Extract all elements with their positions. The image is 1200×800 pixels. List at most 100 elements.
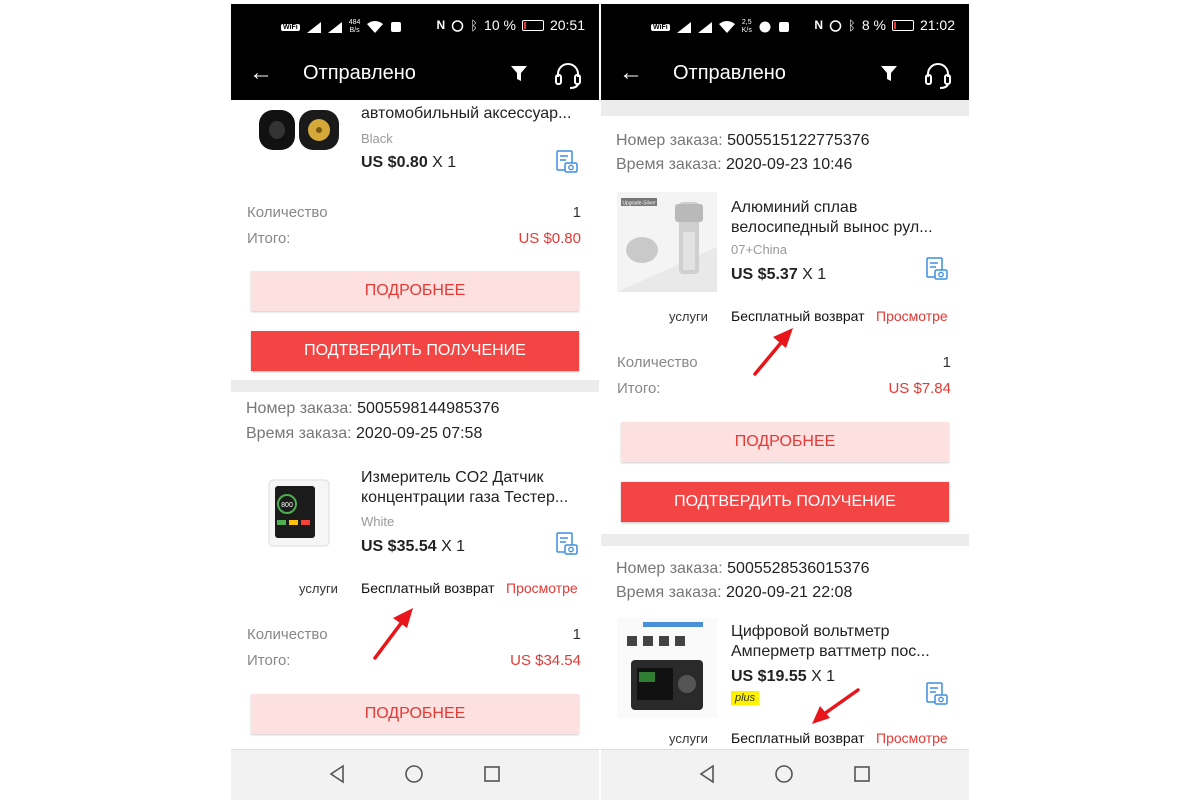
photo-review-icon[interactable] (555, 150, 579, 174)
nav-back-icon[interactable] (698, 764, 716, 784)
headset-icon[interactable] (553, 61, 583, 89)
price-value: US $5.37 (731, 266, 798, 283)
price-value: US $35.54 (361, 538, 437, 555)
order-time-value: 2020-09-25 07:58 (356, 425, 483, 442)
order-card: автомобильный аксессуар... Black US $0.8… (231, 100, 599, 380)
order-number-label: Номер заказа: (616, 132, 723, 149)
photo-review-icon[interactable] (555, 532, 579, 556)
product-price: US $0.80 X 1 (361, 154, 456, 172)
details-button[interactable]: ПОДРОБНЕЕ (251, 271, 579, 311)
device-display: 800 (281, 502, 293, 509)
alarm-icon (451, 19, 464, 32)
order-number-value[interactable]: 5005528536015376 (727, 560, 869, 577)
services-label: услуги (669, 731, 708, 746)
nav-back-icon[interactable] (328, 764, 346, 784)
quantity-multiplier: X 1 (811, 668, 836, 685)
price-value: US $0.80 (361, 154, 428, 171)
nav-recent-icon[interactable] (853, 764, 871, 784)
wifi-calling-icon: WiFi (651, 23, 670, 31)
order-time: Время заказа: 2020-09-25 07:58 (246, 425, 482, 443)
signal-icon (327, 21, 342, 33)
product-price: US $35.54 X 1 (361, 538, 465, 556)
image-tag: Upgrade-Silver (622, 201, 656, 207)
battery-percent: 10 % (484, 17, 516, 33)
services-view-link[interactable]: Просмотре (876, 308, 948, 324)
photo-review-icon[interactable] (925, 682, 949, 706)
app-notification-icon (778, 22, 789, 32)
photo-review-icon[interactable] (925, 257, 949, 281)
nav-recent-icon[interactable] (483, 764, 501, 784)
phone-screen-left: WiFi 484 B/s N ᛒ 10 % 20:51 ← Отправлено (231, 4, 599, 800)
filter-icon[interactable] (511, 66, 527, 82)
quantity-multiplier: X 1 (432, 154, 457, 171)
status-bar: WiFi 484 B/s N ᛒ 10 % 20:51 (231, 4, 599, 48)
confirm-receipt-button[interactable]: ПОДТВЕРДИТЬ ПОЛУЧЕНИЕ (621, 482, 949, 522)
product-title[interactable]: Измеритель CO2 Датчик концентрации газа … (361, 468, 579, 508)
app-bar: ← Отправлено (231, 48, 599, 100)
battery-percent: 8 % (861, 17, 886, 33)
page-title: Отправлено (673, 62, 786, 84)
services-value: Бесплатный возврат (361, 580, 495, 596)
nav-home-icon[interactable] (404, 764, 424, 784)
network-speed: 484 B/s (349, 19, 361, 35)
annotation-arrow (373, 608, 413, 660)
phone-screen-right: WiFi 2,5 K/s N ᛒ 8 % 21:02 ← Отправлено (601, 4, 969, 800)
order-list: Номер заказа: 5005515122775376 Время зак… (601, 100, 969, 750)
annotation-arrow (753, 328, 793, 376)
product-image[interactable] (617, 618, 717, 718)
quantity-multiplier: X 1 (802, 266, 827, 283)
signal-icon (697, 21, 712, 33)
status-left: WiFi 2,5 K/s (651, 19, 790, 35)
nav-home-icon[interactable] (774, 764, 794, 784)
status-right: N ᛒ 10 % 20:51 (437, 17, 585, 33)
details-button[interactable]: ПОДРОБНЕЕ (251, 694, 579, 734)
wifi-calling-icon: WiFi (281, 23, 300, 31)
order-time: Время заказа: 2020-09-21 22:08 (616, 584, 852, 602)
signal-icon (676, 21, 691, 33)
network-speed-value: 484 (348, 19, 361, 26)
services-view-link[interactable]: Просмотре (876, 730, 948, 746)
app-bar: ← Отправлено (601, 48, 969, 100)
network-speed: 2,5 K/s (742, 19, 752, 35)
order-number-value[interactable]: 5005598144985376 (357, 400, 499, 417)
product-title[interactable]: Алюминий сплав велосипедный вынос рул... (731, 198, 949, 238)
nfc-icon: N (814, 18, 824, 32)
quantity-value: 1 (572, 204, 581, 221)
total-value: US $7.84 (888, 380, 951, 397)
total-value: US $0.80 (518, 230, 581, 247)
price-value: US $19.55 (731, 668, 807, 685)
order-time-value: 2020-09-21 22:08 (726, 584, 853, 601)
back-arrow-icon[interactable]: ← (619, 60, 643, 86)
app-notification-icon (391, 22, 402, 32)
bluetooth-icon: ᛒ (470, 17, 479, 33)
order-time-label: Время заказа: (246, 425, 352, 442)
total-label: Итого: (247, 652, 291, 669)
product-image[interactable]: Upgrade-Silver (617, 192, 717, 292)
product-variant: White (361, 514, 395, 529)
filter-icon[interactable] (881, 66, 897, 82)
nfc-icon: N (436, 18, 446, 32)
battery-icon (891, 19, 914, 31)
quantity-multiplier: X 1 (441, 538, 466, 555)
order-time-value: 2020-09-23 10:46 (726, 156, 853, 173)
order-time-label: Время заказа: (616, 584, 722, 601)
product-image[interactable] (247, 100, 347, 160)
order-number: Номер заказа: 5005528536015376 (616, 560, 870, 578)
product-variant: 07+China (731, 242, 788, 257)
headset-icon[interactable] (923, 61, 953, 89)
order-number-label: Номер заказа: (246, 400, 353, 417)
back-arrow-icon[interactable]: ← (249, 60, 273, 86)
order-number-value[interactable]: 5005515122775376 (727, 132, 869, 149)
product-title[interactable]: Цифровой вольтметр Амперметр ваттметр по… (731, 622, 949, 662)
services-view-link[interactable]: Просмотре (506, 580, 578, 596)
services-label: услуги (299, 581, 338, 596)
details-button[interactable]: ПОДРОБНЕЕ (621, 422, 949, 462)
quantity-value: 1 (942, 354, 951, 371)
product-title[interactable]: автомобильный аксессуар... (361, 104, 586, 124)
confirm-receipt-button[interactable]: ПОДТВЕРДИТЬ ПОЛУЧЕНИЕ (251, 331, 579, 371)
product-image[interactable]: 800 (247, 462, 347, 562)
quantity-label: Количество (247, 204, 328, 221)
quantity-label: Количество (617, 354, 698, 371)
plus-badge: plus (731, 691, 760, 705)
order-time: Время заказа: 2020-09-23 10:46 (616, 156, 852, 174)
